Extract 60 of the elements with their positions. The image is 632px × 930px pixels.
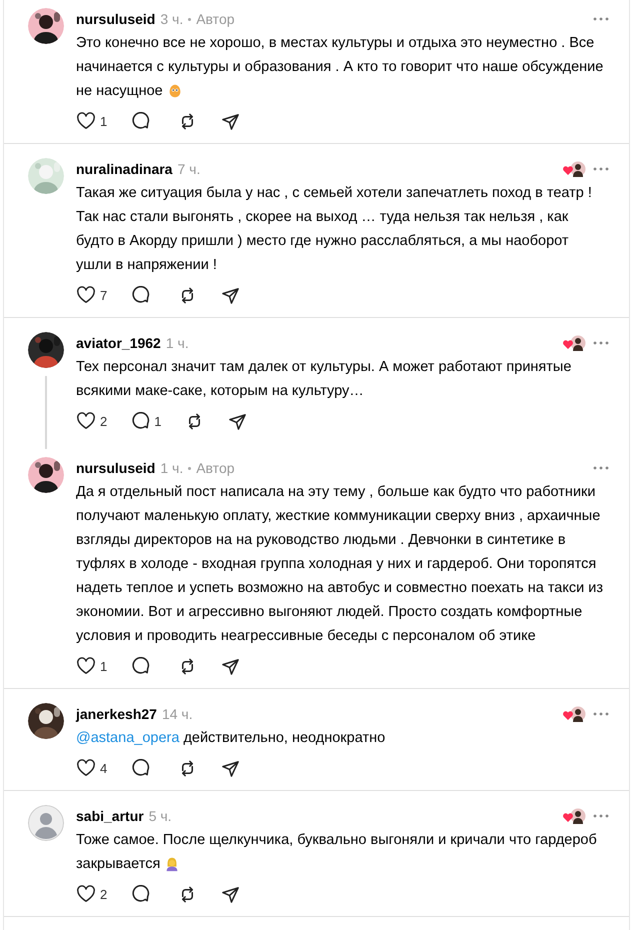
like-button[interactable]: 1	[70, 653, 114, 679]
comment-icon	[131, 884, 150, 904]
comment-text: @astana_opera действительно, неоднократно	[76, 729, 386, 748]
send-icon	[221, 656, 240, 676]
comment-icon	[131, 656, 150, 676]
send-icon	[221, 884, 240, 904]
send-icon	[221, 112, 240, 130]
comment-text: Да я отдельный пост написала на эту тему , больше как будто что работники получают маленькую оплату, жесткие коммуникации сверху вниз , архаичные взгляды директоров на на руководство людьми . Девчонки в синтетике в туфлях в холоде - входная группа холодная у них и гардероб. Они торопятся надеть теплое и успеть возможно на автобус и совместно поехать на такси из экономии. Вот и агрессивно выгоняют людей. Просто создать комфортные условия и проводить неагрессивные беседы с персоналом об этике	[76, 483, 604, 646]
username[interactable]: nursuluseid	[76, 11, 156, 27]
username[interactable]: nursuluseid	[76, 460, 156, 476]
post-time: 3 ч.	[160, 11, 184, 27]
more-icon	[593, 466, 609, 470]
like-button[interactable]: 4	[70, 755, 114, 781]
heart-icon	[76, 286, 96, 304]
more-options-button[interactable]	[591, 710, 611, 718]
more-icon	[593, 167, 609, 171]
heart-icon	[76, 112, 96, 130]
more-options-button[interactable]	[591, 812, 611, 820]
comment-icon	[131, 112, 150, 130]
more-icon	[593, 712, 609, 716]
emoji-icon	[166, 83, 183, 100]
default-avatar-icon	[28, 805, 64, 841]
username[interactable]: sabi_artur	[76, 808, 144, 824]
more-options-button[interactable]	[591, 464, 611, 472]
emoji-icon	[164, 856, 180, 872]
post-time: 7 ч.	[177, 161, 200, 177]
heart-icon	[76, 657, 96, 675]
send-icon	[221, 758, 240, 778]
more-options-button[interactable]	[591, 15, 611, 23]
more-options-button[interactable]	[591, 165, 611, 173]
comment-icon	[131, 758, 150, 778]
post-time: 1 ч.	[166, 335, 189, 351]
comment-text: Такая же ситуация была у нас , с семьей хотели запечатлеть поход в театр ! Так нас стали выгонять , скорее на выход … туда нельзя так нельзя , как будто в Акорду пришли ) место где нужно расслабляться, а мы наоборот ушли в напряжении !	[76, 184, 593, 275]
like-button[interactable]: 1	[70, 108, 114, 134]
comment-icon	[131, 412, 150, 430]
heart-icon	[76, 412, 96, 430]
heart-icon	[76, 759, 96, 777]
like-button[interactable]: 2	[70, 408, 114, 434]
like-button[interactable]: 2	[70, 881, 114, 907]
username[interactable]: aviator_1962	[76, 335, 161, 351]
heart-icon	[76, 885, 96, 903]
comment-text: Тех персонал значит там далек от культуры. А может работают принятые всякими маке-саке, которым на культуру…	[76, 358, 572, 401]
comment-text: Это конечно все не хорошо, в местах культуры и отдыха это неуместно . Все начинается с культуры и образования . А кто то говорит что наше обсуждение не насущное	[76, 34, 604, 102]
post-time: 1 ч.	[160, 460, 184, 476]
author-label: Автор	[196, 11, 235, 27]
more-options-button[interactable]	[591, 339, 611, 347]
comment-text: Тоже самое. После щелкунчика, буквально выгоняли и кричали что гардероб закрывается	[76, 831, 598, 874]
comment-icon	[131, 286, 150, 304]
more-icon	[593, 17, 609, 21]
author-label: Автор	[196, 460, 235, 476]
username[interactable]: janerkesh27	[76, 706, 157, 722]
post-time: 14 ч.	[162, 706, 193, 722]
more-icon	[593, 341, 609, 345]
post-time: 5 ч.	[148, 808, 172, 824]
reply-button[interactable]: 1	[125, 408, 168, 434]
send-icon	[228, 412, 248, 430]
more-icon	[593, 814, 609, 818]
username[interactable]: nuralinadinara	[76, 161, 172, 177]
send-icon	[221, 286, 240, 304]
like-button[interactable]: 7	[70, 282, 114, 308]
